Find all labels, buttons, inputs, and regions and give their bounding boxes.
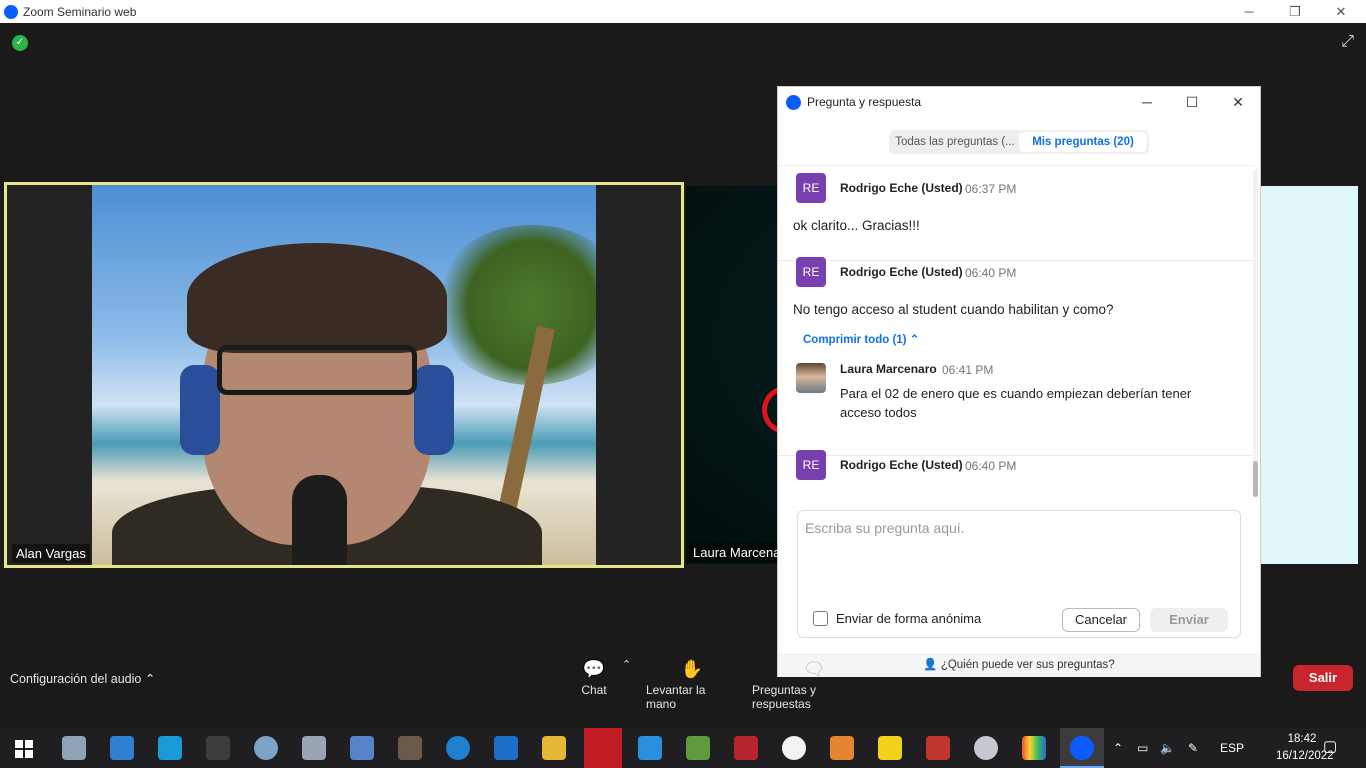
zoom-logo-icon — [786, 94, 801, 110]
qa-window-title: Pregunta y respuesta — [807, 95, 922, 109]
qa-icon: 🗨 — [802, 659, 826, 679]
question-text: ok clarito... Gracias!!! — [793, 218, 920, 233]
leave-button[interactable]: Salir — [1293, 665, 1353, 691]
windows-start-icon[interactable] — [15, 740, 33, 758]
chat-label: Chat — [581, 683, 607, 697]
question-author: Rodrigo Eche (Usted) — [840, 265, 963, 279]
participant-name-label: Alan Vargas — [12, 544, 90, 563]
pen-icon[interactable]: ✎ — [1188, 728, 1198, 768]
restore-button[interactable]: ❐ — [1272, 0, 1318, 23]
window-title: Zoom Seminario web — [23, 4, 137, 19]
speaker-tile[interactable]: Alan Vargas — [4, 182, 684, 568]
question-time: 06:40 PM — [965, 266, 1017, 280]
collapse-all-link[interactable]: Comprimir todo (1) ⌃ — [803, 332, 919, 346]
taskbar: ⌃ ▭ 🔈 ✎ ESP 18:42 16/12/2022 ▢ — [0, 728, 1366, 768]
qa-title-bar: Pregunta y respuesta ─ ☐ ✕ — [778, 87, 1260, 117]
question-input-placeholder: Escriba su pregunta aquí. — [805, 520, 965, 536]
chat-button[interactable]: 💬 Chat — [580, 655, 608, 697]
sublime-icon[interactable] — [830, 736, 854, 760]
question-time: 06:37 PM — [965, 182, 1017, 196]
tab-my-questions[interactable]: Mis preguntas (20) — [1019, 132, 1147, 152]
taskbar-app-icon[interactable] — [926, 736, 950, 760]
taskbar-app-icon[interactable] — [446, 736, 470, 760]
chevron-up-icon: ⌃ — [144, 672, 156, 686]
privacy-info-label: ¿Quién puede ver sus preguntas? — [940, 659, 1115, 671]
reply-author: Laura Marcenaro — [840, 362, 937, 376]
language-indicator[interactable]: ESP — [1220, 728, 1244, 768]
chat-icon: 💬 — [582, 659, 606, 679]
zoom-logo-icon — [4, 4, 18, 19]
taskbar-app-icon[interactable] — [158, 736, 182, 760]
anonymous-label: Enviar de forma anónima — [836, 611, 982, 626]
participant-name-label: Laura Marcena — [689, 543, 785, 562]
collapse-label: Comprimir todo (1) — [803, 334, 907, 346]
avatar: RE — [796, 173, 826, 203]
chevron-up-icon: ⌃ — [909, 334, 920, 346]
question-author: Rodrigo Eche (Usted) — [840, 458, 963, 472]
taskbar-app-icon[interactable] — [398, 736, 422, 760]
tray-chevron-icon[interactable]: ⌃ — [1113, 728, 1123, 768]
person-icon: 👤 — [923, 659, 938, 671]
clock-date: 16/12/2022 — [1276, 750, 1334, 762]
audio-settings-label: Configuración del audio — [10, 672, 142, 686]
fullscreen-icon[interactable]: ⤢ — [1341, 33, 1354, 51]
taskbar-app-icon[interactable] — [302, 736, 326, 760]
zoom-app-icon — [1070, 736, 1094, 760]
taskbar-app-icon[interactable] — [686, 736, 710, 760]
cancel-button[interactable]: Cancelar — [1062, 608, 1140, 632]
opera-icon[interactable] — [584, 728, 622, 768]
taskbar-app-icon[interactable] — [878, 736, 902, 760]
filezilla-icon[interactable] — [734, 736, 758, 760]
taskbar-app-icon[interactable] — [62, 736, 86, 760]
clock-time: 18:42 — [1287, 733, 1317, 745]
taskbar-app-icon[interactable] — [110, 736, 134, 760]
notification-icon[interactable]: ▢ — [1323, 737, 1343, 757]
question-input[interactable]: Escriba su pregunta aquí. Enviar de form… — [797, 510, 1241, 638]
minimize-button[interactable]: ─ — [1226, 0, 1272, 23]
clock[interactable]: 18:42 16/12/2022 — [1276, 731, 1334, 765]
close-window-button[interactable]: ✕ — [1318, 0, 1364, 23]
checkbox-icon[interactable] — [813, 611, 828, 626]
title-bar: Zoom Seminario web ─ ❐ ✕ — [0, 0, 1366, 23]
calculator-icon[interactable] — [350, 736, 374, 760]
question-text: No tengo acceso al student cuando habili… — [793, 302, 1114, 317]
qa-maximize-button[interactable]: ☐ — [1180, 90, 1204, 114]
qa-tabs: Todas las preguntas (... Mis preguntas (… — [889, 130, 1149, 154]
avatar: RE — [796, 257, 826, 287]
reply-avatar — [796, 363, 826, 393]
volume-icon[interactable]: 🔈 — [1160, 728, 1175, 768]
qa-minimize-button[interactable]: ─ — [1135, 90, 1159, 114]
tab-all-questions[interactable]: Todas las preguntas (... — [891, 132, 1019, 152]
reply-text: Para el 02 de enero que es cuando empiez… — [840, 386, 1192, 420]
qa-label: Preguntas y respuestas — [752, 683, 817, 711]
qa-window: Pregunta y respuesta ─ ☐ ✕ Todas las pre… — [777, 86, 1261, 677]
raise-hand-button[interactable]: ✋ Levantar la mano — [646, 655, 738, 711]
battery-icon[interactable]: ▭ — [1137, 728, 1148, 768]
folder-icon[interactable] — [542, 736, 566, 760]
hand-icon: ✋ — [680, 659, 704, 679]
question-time: 06:40 PM — [965, 459, 1017, 473]
anonymous-checkbox[interactable]: Enviar de forma anónima — [813, 611, 981, 626]
qa-button[interactable]: 🗨 Preguntas y respuestas — [752, 655, 876, 711]
send-button[interactable]: Enviar — [1150, 608, 1228, 632]
taskbar-app-icon[interactable] — [206, 736, 230, 760]
taskbar-app-icon[interactable] — [974, 736, 998, 760]
zoom-taskbar-button[interactable] — [1060, 728, 1104, 768]
question-author: Rodrigo Eche (Usted) — [840, 181, 963, 195]
chat-options-chevron-icon[interactable]: ⌃ — [622, 658, 631, 671]
raise-hand-label: Levantar la mano — [646, 683, 706, 711]
taskbar-app-icon[interactable] — [1022, 736, 1046, 760]
avatar: RE — [796, 450, 826, 480]
audio-settings-button[interactable]: Configuración del audio ⌃ — [10, 671, 155, 686]
taskbar-app-icon[interactable] — [254, 736, 278, 760]
speaker-video — [92, 185, 596, 565]
question-list[interactable]: RE Rodrigo Eche (Usted) 06:37 PM ok clar… — [778, 165, 1254, 497]
taskbar-app-icon[interactable] — [782, 736, 806, 760]
qa-close-button[interactable]: ✕ — [1226, 90, 1250, 114]
qa-scrollbar[interactable] — [1253, 169, 1258, 497]
vscode-icon[interactable] — [638, 736, 662, 760]
reply-time: 06:41 PM — [942, 363, 994, 377]
security-shield-icon[interactable]: ✓ — [12, 35, 28, 51]
taskbar-app-icon[interactable] — [494, 736, 518, 760]
